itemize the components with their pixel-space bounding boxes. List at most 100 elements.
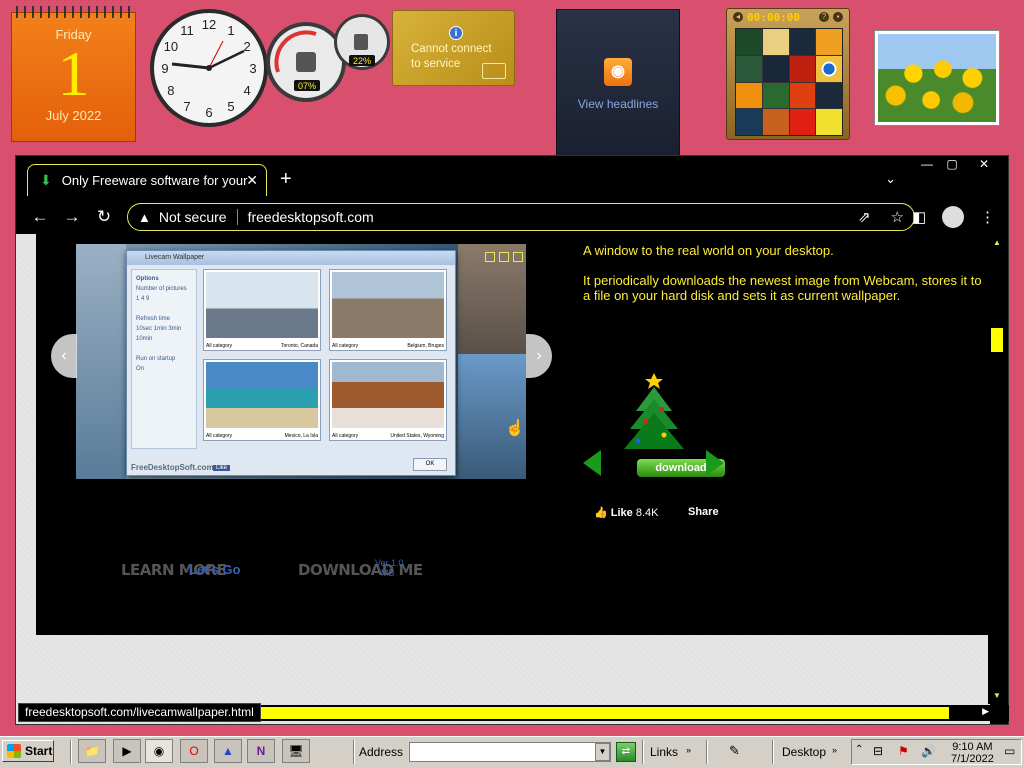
view-headlines-link[interactable]: View headlines — [557, 97, 679, 111]
tray-date: 7/1/2022 — [951, 753, 994, 765]
pause-icon[interactable]: ▪ — [833, 12, 843, 22]
explorer-folder-icon[interactable]: 📁 — [78, 739, 106, 763]
weather-gadget[interactable]: i Cannot connect to service — [392, 10, 515, 86]
side-panel-icon[interactable]: ◧ — [912, 208, 926, 226]
media-player-icon[interactable]: ▶ — [113, 739, 141, 763]
network-icon[interactable]: ⊟ — [873, 744, 883, 758]
memory-percentage: 22% — [353, 56, 371, 66]
links-chevron-icon[interactable]: » — [686, 745, 691, 755]
links-toolbar[interactable]: Links — [650, 745, 678, 759]
taskbar: Start 📁 ▶ ◉ O ▲ N 🖥 Address ▼ ⇄ Links » … — [0, 736, 1024, 768]
address-dropdown-icon[interactable]: ▼ — [595, 743, 610, 761]
share-icon[interactable]: ⇗ — [858, 208, 871, 226]
slider-dot[interactable] — [513, 252, 523, 262]
browser-window: ⬇ Only Freeware software for your ✕ + ⌄ … — [15, 155, 1009, 725]
divider — [706, 740, 708, 764]
calendar-month-year: July 2022 — [45, 108, 102, 123]
thumbnail-mountain: All category United States, Wyoming — [329, 359, 447, 441]
new-tab-button[interactable]: + — [280, 168, 292, 191]
tab-strip: ⬇ Only Freeware software for your ✕ + ⌄ … — [16, 156, 1008, 201]
slider-dots[interactable] — [485, 252, 523, 262]
hand-cursor-icon: ☝ — [505, 420, 525, 437]
download-right-arrow-icon[interactable] — [706, 450, 724, 476]
security-flag-icon[interactable]: ⚑ — [898, 744, 909, 758]
desktop-toolbar[interactable]: Desktop — [782, 745, 826, 759]
product-description: A window to the real world on your deskt… — [583, 243, 983, 318]
volume-icon[interactable]: 🔊 — [921, 744, 936, 758]
url-text[interactable]: freedesktopsoft.com — [248, 209, 374, 225]
tab-search-icon[interactable]: ⌄ — [885, 171, 896, 187]
reload-button[interactable]: ↻ — [88, 207, 120, 227]
facebook-like-button[interactable]: 👍 Like 8.4K — [594, 506, 658, 519]
cpu-meter-gadget[interactable]: 07% 22% — [264, 8, 390, 104]
remote-desktop-icon[interactable]: 🖥 — [282, 739, 310, 763]
calendar-rings — [16, 6, 131, 18]
address-go-icon[interactable]: ⇄ — [616, 742, 636, 762]
feed-headlines-gadget[interactable]: ◉ View headlines — [556, 9, 680, 157]
profile-avatar[interactable] — [942, 206, 964, 228]
address-bar[interactable]: ▲ Not secure freedesktopsoft.com ⇗ ☆ — [127, 203, 915, 231]
picture-puzzle-gadget[interactable]: ◂ 00:00:00 ? ▪ — [726, 8, 850, 140]
clock-numeral: 8 — [167, 83, 174, 98]
bookmark-star-icon[interactable]: ☆ — [891, 208, 904, 226]
slider-next-button[interactable]: › — [526, 334, 552, 378]
cpu-percentage: 07% — [298, 81, 316, 91]
start-button[interactable]: Start — [2, 740, 54, 762]
windows-logo-icon — [7, 744, 21, 758]
vertical-scrollbar[interactable]: ▲ ▼ — [988, 234, 1008, 704]
scroll-thumb[interactable] — [991, 328, 1003, 352]
slider-dot[interactable] — [499, 252, 509, 262]
horizontal-scrollbar[interactable]: ▶ — [261, 705, 1009, 721]
forward-button[interactable]: → — [56, 207, 88, 227]
download-me-link[interactable]: DOWNLOAD ME — [298, 561, 423, 579]
weather-message: Cannot connect to service — [411, 43, 492, 70]
security-label[interactable]: Not secure — [159, 209, 227, 225]
desktop-chevron-icon[interactable]: » — [832, 745, 837, 755]
scroll-up-icon[interactable]: ▲ — [993, 238, 1001, 247]
maximize-button[interactable]: ▢ — [937, 156, 967, 174]
n-app-icon[interactable]: N — [247, 739, 275, 763]
tab-close-icon[interactable]: ✕ — [246, 172, 258, 189]
scroll-right-icon[interactable]: ▶ — [982, 706, 989, 717]
thumbnail-toronto: All category Toronto, Canada — [203, 269, 321, 351]
slider-dot[interactable] — [485, 252, 495, 262]
horizontal-scroll-thumb[interactable] — [261, 707, 949, 719]
lets-go-link[interactable]: Let's Go — [189, 562, 241, 577]
notepad-icon[interactable]: ✎ — [729, 743, 740, 759]
clock-numeral: 2 — [243, 39, 250, 54]
puzzle-menu-icon[interactable]: ◂ — [733, 12, 743, 22]
thumbnail-bruges: All category Belgium, Bruges — [329, 269, 447, 351]
back-button[interactable]: ← — [24, 207, 56, 227]
calendar-gadget[interactable]: Friday 1 July 2022 — [11, 6, 136, 142]
download-arrow-icon: ⬇ — [40, 172, 52, 188]
chrome-icon[interactable]: ◉ — [145, 739, 173, 763]
description-line-2: It periodically downloads the newest ima… — [583, 273, 982, 303]
tulips-photo — [878, 34, 996, 122]
show-desktop-icon[interactable]: ▭ — [1004, 744, 1015, 758]
opera-icon[interactable]: O — [180, 739, 208, 763]
tab-title: Only Freeware software for your — [61, 173, 248, 188]
facebook-share-button[interactable]: Share — [688, 506, 719, 518]
puzzle-grid[interactable] — [735, 28, 843, 136]
clock-numeral: 11 — [180, 23, 194, 38]
calendar-day: 1 — [57, 38, 90, 109]
tab-freedesktopsoft[interactable]: ⬇ Only Freeware software for your ✕ — [27, 164, 267, 196]
warning-icon[interactable]: ▲ — [138, 210, 151, 225]
slideshow-gadget[interactable] — [874, 30, 1000, 126]
show-hidden-icons-icon[interactable]: ⌃ — [855, 744, 863, 755]
slider-prev-button[interactable]: ‹ — [51, 334, 77, 378]
taskbar-address-input[interactable] — [409, 742, 611, 762]
download-left-arrow-icon[interactable] — [583, 450, 601, 476]
divider — [353, 740, 355, 764]
app-ok-button: OK — [413, 458, 447, 471]
scroll-down-icon[interactable]: ▼ — [993, 691, 1001, 700]
help-icon[interactable]: ? — [819, 12, 829, 22]
version-info: Ver 1.0 MB — [375, 558, 404, 578]
tray-clock[interactable]: 9:10 AM 7/1/2022 — [951, 741, 994, 765]
close-window-button[interactable]: ✕ — [969, 156, 999, 174]
clock-gadget[interactable]: 12 12 3 45678 9 1011 — [148, 7, 270, 129]
menu-kebab-icon[interactable]: ⋮ — [980, 208, 995, 226]
thumbnail-beach: All category Mexico, La Isla — [203, 359, 321, 441]
screenshot-slider[interactable]: Livecam Wallpaper Options Number of pict… — [76, 244, 526, 479]
mountain-app-icon[interactable]: ▲ — [214, 739, 242, 763]
